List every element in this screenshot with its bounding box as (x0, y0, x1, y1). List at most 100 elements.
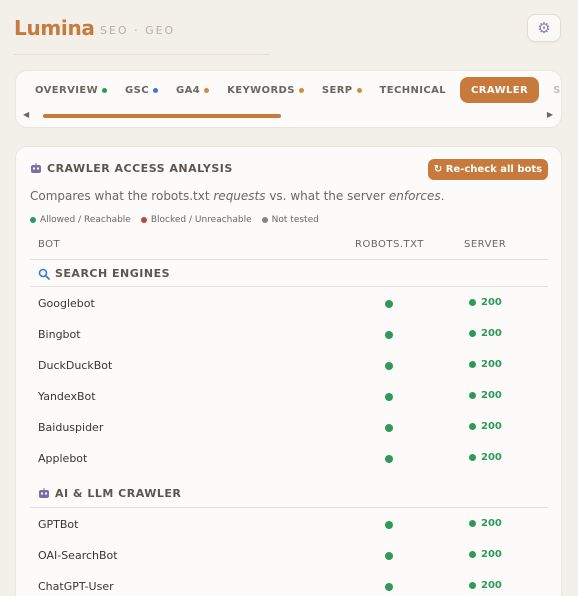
legend-label: Blocked / Unreachable (150, 215, 252, 225)
table-row[interactable]: OAI-SearchBot 200 (30, 541, 548, 572)
table-row[interactable]: GPTBot 200 (30, 510, 548, 541)
server-code: 200 (481, 297, 502, 308)
legend-allowed: Allowed / Reachable (30, 215, 131, 225)
crawler-panel: CRAWLER ACCESS ANALYSIS ↻ Re-check all b… (15, 146, 562, 596)
server-status: 200 (469, 452, 502, 463)
legend-blocked: Blocked / Unreachable (140, 215, 252, 225)
description-text: vs. what the server (265, 189, 389, 203)
server-code: 200 (481, 580, 502, 591)
bot-name: GPTBot (38, 518, 79, 531)
tab-gsc[interactable]: GSC (125, 77, 158, 103)
settings-button[interactable]: ⚙ (527, 14, 561, 42)
tab-label: GSC (125, 84, 149, 96)
server-ok-icon (469, 454, 476, 461)
tab-overview[interactable]: OVERVIEW (35, 77, 108, 103)
group-divider (30, 507, 548, 508)
bot-name: DuckDuckBot (38, 359, 113, 372)
robots-allowed-icon (385, 455, 393, 463)
table-row[interactable]: Baiduspider 200 (30, 413, 548, 444)
table-row[interactable]: Googlebot 200 (30, 289, 548, 320)
server-code: 200 (481, 328, 502, 339)
tab-label: OVERVIEW (35, 84, 99, 96)
legend: Allowed / Reachable Blocked / Unreachabl… (30, 215, 319, 225)
magnifier-icon (38, 268, 50, 280)
gray-dot-icon (261, 217, 268, 223)
status-dot-icon (152, 87, 158, 93)
robots-allowed-icon (385, 393, 393, 401)
tab-serp[interactable]: SERP (322, 77, 362, 103)
server-status: 200 (469, 359, 502, 370)
tab-label: TECHNICAL (379, 84, 447, 96)
status-dot-icon (356, 87, 362, 93)
group-divider (30, 286, 548, 287)
column-header-robots[interactable]: ROBOTS.TXT (355, 239, 424, 250)
status-dot-icon (298, 87, 304, 93)
table-row[interactable]: Bingbot 200 (30, 320, 548, 351)
tab-crawler[interactable]: CRAWLER (460, 77, 540, 103)
table-row[interactable]: Applebot 200 (30, 444, 548, 475)
bot-name: Googlebot (38, 297, 95, 310)
brand-logo[interactable]: Lumina (14, 16, 95, 40)
server-status: 200 (469, 518, 502, 529)
table-row[interactable]: YandexBot 200 (30, 382, 548, 413)
server-ok-icon (469, 582, 476, 589)
tab-label: KEYWORDS (227, 84, 295, 96)
column-header-bot[interactable]: BOT (38, 239, 60, 250)
scroll-right-arrow-icon[interactable]: ▶ (547, 110, 553, 119)
server-code: 200 (481, 359, 502, 370)
server-code: 200 (481, 549, 502, 560)
robots-allowed-icon (385, 552, 393, 560)
legend-label: Allowed / Reachable (40, 215, 131, 225)
brand-tagline: SEO · GEO (100, 24, 176, 37)
tab-scrollbar[interactable]: ◀ ▶ (20, 109, 558, 123)
app-header: Lumina SEO · GEO ⚙ (0, 0, 578, 62)
server-status: 200 (469, 390, 502, 401)
bot-name: Bingbot (38, 328, 81, 341)
server-code: 200 (481, 390, 502, 401)
tab-technical[interactable]: TECHNICAL (380, 77, 447, 103)
table-row[interactable]: ChatGPT-User 200 (30, 572, 548, 596)
group-title: SEARCH ENGINES (55, 267, 171, 280)
group-header-ai-llm: AI & LLM CRAWLER (38, 487, 181, 500)
server-status: 200 (469, 549, 502, 560)
tab-label: GA4 (175, 84, 201, 96)
robot-icon (31, 163, 41, 173)
red-dot-icon (140, 217, 147, 223)
bot-name: YandexBot (38, 390, 96, 403)
tab-ga4[interactable]: GA4 (175, 77, 210, 103)
tab-sci[interactable]: SCI (553, 77, 561, 103)
table-row[interactable]: DuckDuckBot 200 (30, 351, 548, 382)
section-title-text: CRAWLER ACCESS ANALYSIS (47, 162, 233, 175)
server-ok-icon (469, 299, 476, 306)
recheck-all-bots-button[interactable]: ↻ Re-check all bots (428, 159, 548, 180)
server-ok-icon (469, 551, 476, 558)
server-ok-icon (469, 392, 476, 399)
server-code: 200 (481, 518, 502, 529)
status-dot-icon (204, 87, 210, 93)
legend-label: Not tested (271, 215, 319, 225)
section-title: CRAWLER ACCESS ANALYSIS (30, 162, 233, 175)
server-ok-icon (469, 520, 476, 527)
server-status: 200 (469, 580, 502, 591)
bot-name: OAI-SearchBot (38, 549, 118, 562)
server-status: 200 (469, 328, 502, 339)
tab-keywords[interactable]: KEYWORDS (227, 77, 304, 103)
robots-allowed-icon (385, 424, 393, 432)
table-divider (30, 259, 548, 260)
server-ok-icon (469, 423, 476, 430)
server-ok-icon (469, 330, 476, 337)
tab-label: SCI (553, 84, 561, 96)
robots-allowed-icon (385, 362, 393, 370)
tab-list: OVERVIEW GSC GA4 KEYWORDS SERP TECHNICAL… (16, 76, 561, 104)
bot-name: Applebot (38, 452, 88, 465)
scroll-left-arrow-icon[interactable]: ◀ (23, 110, 29, 119)
robots-allowed-icon (385, 521, 393, 529)
scrollbar-thumb[interactable] (43, 114, 281, 118)
column-header-server[interactable]: SERVER (464, 239, 506, 250)
description: Compares what the robots.txt requests vs… (30, 189, 444, 203)
robot-icon (39, 488, 49, 498)
server-ok-icon (469, 361, 476, 368)
group-title: AI & LLM CRAWLER (55, 487, 182, 500)
robots-allowed-icon (385, 331, 393, 339)
robots-allowed-icon (385, 583, 393, 591)
